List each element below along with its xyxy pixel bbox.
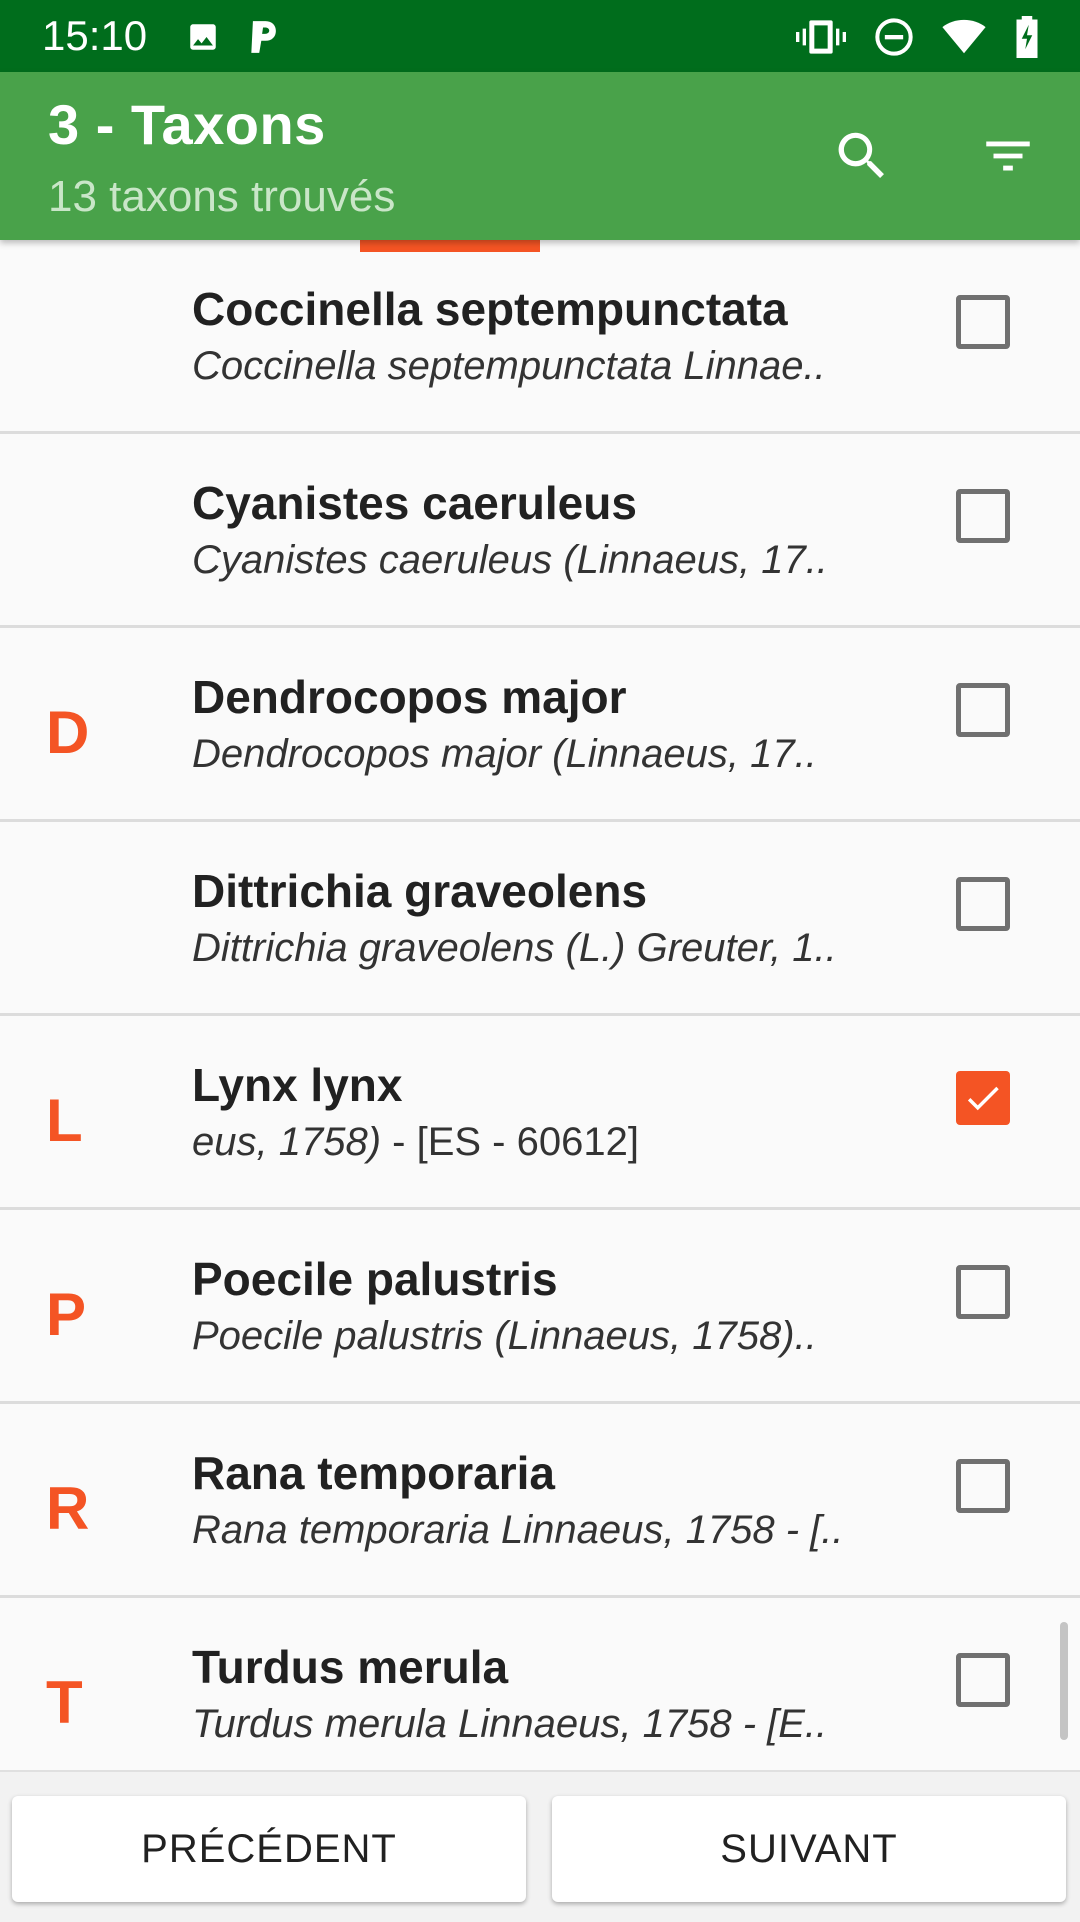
taxon-full-name: Poecile palustris (Linnaeus, 1758).. (192, 1314, 817, 1358)
taxon-checkbox[interactable] (956, 295, 1010, 349)
section-letter: P (46, 1281, 87, 1348)
search-icon (831, 125, 893, 191)
wifi-icon (942, 19, 986, 55)
tab-indicator (360, 240, 540, 252)
next-button[interactable]: SUIVANT (552, 1796, 1066, 1902)
list-item[interactable]: Cyanistes caeruleus Cyanistes caeruleus … (0, 434, 1080, 628)
list-item[interactable]: L Lynx lynx eus, 1758) - [ES - 60612] (0, 1016, 1080, 1210)
taxon-full-name: Turdus merula Linnaeus, 1758 - [E.. (192, 1702, 828, 1746)
check-icon (967, 1086, 999, 1111)
taxon-full-name: Dendrocopos major (Linnaeus, 17.. (192, 732, 817, 776)
filter-icon (979, 127, 1037, 189)
taxon-full-name: Rana temporaria Linnaeus, 1758 - [.. (192, 1508, 842, 1552)
taxon-checkbox[interactable] (956, 877, 1010, 931)
taxon-name: Lynx lynx (192, 1059, 403, 1111)
taxon-name: Turdus merula (192, 1641, 509, 1693)
taxon-checkbox[interactable] (956, 1265, 1010, 1319)
taxon-full-name: eus, 1758) - [ES - 60612] (192, 1120, 842, 1165)
list-item[interactable]: Dittrichia graveolens Dittrichia graveol… (0, 822, 1080, 1016)
status-time: 15:10 (42, 12, 148, 59)
taxon-name: Dendrocopos major (192, 671, 627, 723)
bottom-bar: PRÉCÉDENT SUIVANT (0, 1770, 1080, 1922)
image-icon (186, 20, 220, 54)
section-letter: R (46, 1475, 90, 1542)
battery-charging-icon (1014, 16, 1040, 58)
vibrate-icon (796, 17, 846, 57)
taxon-full-name: Dittrichia graveolens (L.) Greuter, 1.. (192, 926, 837, 970)
list-item[interactable]: Coccinella septempunctata Coccinella sep… (0, 240, 1080, 434)
filter-button[interactable] (960, 110, 1056, 206)
taxon-checkbox-checked[interactable] (956, 1071, 1010, 1125)
taxon-full-name-italic: eus, 1758) (192, 1120, 382, 1164)
taxon-checkbox[interactable] (956, 683, 1010, 737)
page-title: 3 - Taxons (48, 93, 326, 156)
scrollbar[interactable] (1060, 1622, 1068, 1740)
section-letter: T (46, 1669, 83, 1736)
list-item[interactable]: T Turdus merula Turdus merula Linnaeus, … (0, 1598, 1080, 1770)
taxon-checkbox[interactable] (956, 489, 1010, 543)
section-letter: L (46, 1087, 83, 1154)
taxon-name: Rana temporaria (192, 1447, 556, 1499)
taxon-checkbox[interactable] (956, 1459, 1010, 1513)
taxon-list[interactable]: Coccinella septempunctata Coccinella sep… (0, 240, 1080, 1770)
parking-icon (248, 18, 280, 56)
taxon-name: Dittrichia graveolens (192, 865, 648, 917)
previous-button[interactable]: PRÉCÉDENT (12, 1796, 526, 1902)
status-bar: 15:10 (0, 0, 1080, 72)
list-item[interactable]: P Poecile palustris Poecile palustris (L… (0, 1210, 1080, 1404)
search-button[interactable] (814, 110, 910, 206)
taxon-full-name: Coccinella septempunctata Linnae.. (192, 344, 826, 388)
taxon-name: Coccinella septempunctata (192, 283, 788, 335)
page-subtitle: 13 taxons trouvés (48, 172, 396, 221)
taxon-checkbox[interactable] (956, 1653, 1010, 1707)
do-not-disturb-icon (874, 17, 914, 57)
list-item[interactable]: R Rana temporaria Rana temporaria Linnae… (0, 1404, 1080, 1598)
list-item[interactable]: D Dendrocopos major Dendrocopos major (L… (0, 628, 1080, 822)
section-letter: D (46, 699, 90, 766)
taxon-full-name-ref: - [ES - 60612] (381, 1120, 639, 1164)
taxon-name: Poecile palustris (192, 1253, 558, 1305)
app-bar: 3 - Taxons 13 taxons trouvés (0, 72, 1080, 240)
taxon-full-name: Cyanistes caeruleus (Linnaeus, 17.. (192, 538, 828, 582)
taxon-name: Cyanistes caeruleus (192, 477, 637, 529)
